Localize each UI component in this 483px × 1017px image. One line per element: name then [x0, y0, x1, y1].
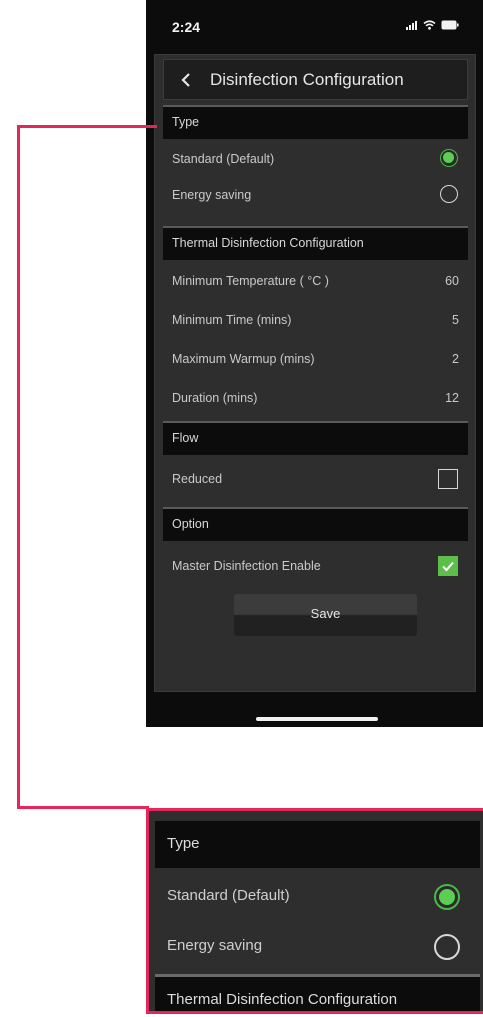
section-title-thermal: Thermal Disinfection Configuration [172, 236, 364, 250]
row-value[interactable]: 2 [452, 352, 459, 366]
option-label: Master Disinfection Enable [172, 559, 321, 573]
radio-standard[interactable] [440, 149, 458, 167]
nav-bar: Disinfection Configuration [163, 59, 468, 100]
thermal-row-duration[interactable]: Duration (mins) 12 [163, 381, 468, 417]
status-bar: 2:24 [146, 0, 483, 52]
master-enable-checkbox[interactable] [438, 556, 458, 576]
option-row-master-enable[interactable]: Master Disinfection Enable [163, 549, 468, 585]
zoom-section-title-type: Type [167, 835, 200, 852]
zoom-section-title-thermal: Thermal Disinfection Configuration [167, 991, 398, 1008]
zoom-section-header-thermal: Thermal Disinfection Configuration [155, 974, 480, 1011]
section-header-option: Option [163, 507, 468, 541]
home-indicator [256, 717, 378, 721]
section-title-type: Type [172, 115, 200, 129]
section-header-flow: Flow [163, 421, 468, 455]
zoom-type-option-energy-saving[interactable]: Energy saving [155, 922, 480, 972]
status-icons [406, 20, 459, 30]
zoom-type-option-standard[interactable]: Standard (Default) [155, 872, 480, 922]
row-label: Minimum Time (mins) [172, 313, 292, 327]
wifi-icon [423, 20, 436, 30]
signal-icon [406, 20, 418, 30]
zoom-option-label-energy-saving: Energy saving [167, 937, 263, 954]
battery-icon [441, 20, 459, 30]
section-header-thermal: Thermal Disinfection Configuration [163, 226, 468, 260]
row-value[interactable]: 60 [445, 274, 459, 288]
callout-line-vertical [17, 125, 20, 808]
zoom-section-header-type: Type [155, 821, 480, 868]
checkmark-icon [442, 561, 454, 572]
row-value[interactable]: 12 [445, 391, 459, 405]
row-label: Maximum Warmup (mins) [172, 352, 315, 366]
option-label-energy-saving: Energy saving [172, 188, 252, 202]
zoom-option-label-standard: Standard (Default) [167, 887, 290, 904]
type-option-energy-saving[interactable]: Energy saving [163, 178, 468, 214]
type-option-standard[interactable]: Standard (Default) [163, 142, 468, 178]
flow-label: Reduced [172, 472, 223, 486]
section-title-option: Option [172, 517, 209, 531]
reduced-checkbox[interactable] [438, 469, 458, 489]
phone-frame: 2:24 Disinfection Configuration Type Sta… [146, 0, 483, 727]
callout-line-bottom [17, 806, 149, 809]
app-screen: Disinfection Configuration Type Standard… [154, 54, 476, 692]
status-time: 2:24 [172, 19, 201, 35]
option-label-standard: Standard (Default) [172, 152, 275, 166]
callout-line-top [17, 125, 157, 128]
back-chevron-icon[interactable] [178, 71, 196, 89]
thermal-row-min-temp[interactable]: Minimum Temperature ( °C ) 60 [163, 264, 468, 300]
row-label: Minimum Temperature ( °C ) [172, 274, 329, 288]
row-label: Duration (mins) [172, 391, 258, 405]
zoom-radio-energy-saving[interactable] [434, 934, 460, 960]
zoom-detail-panel: Type Standard (Default) Energy saving Th… [146, 808, 483, 1014]
save-button[interactable]: Save [234, 594, 417, 636]
flow-row-reduced[interactable]: Reduced [163, 462, 468, 498]
zoom-radio-standard[interactable] [434, 884, 460, 910]
section-title-flow: Flow [172, 431, 199, 445]
row-value[interactable]: 5 [452, 313, 459, 327]
thermal-row-min-time[interactable]: Minimum Time (mins) 5 [163, 303, 468, 339]
radio-energy-saving[interactable] [440, 185, 458, 203]
thermal-row-max-warmup[interactable]: Maximum Warmup (mins) 2 [163, 342, 468, 378]
page-title: Disinfection Configuration [210, 70, 404, 89]
section-header-type: Type [163, 105, 468, 139]
